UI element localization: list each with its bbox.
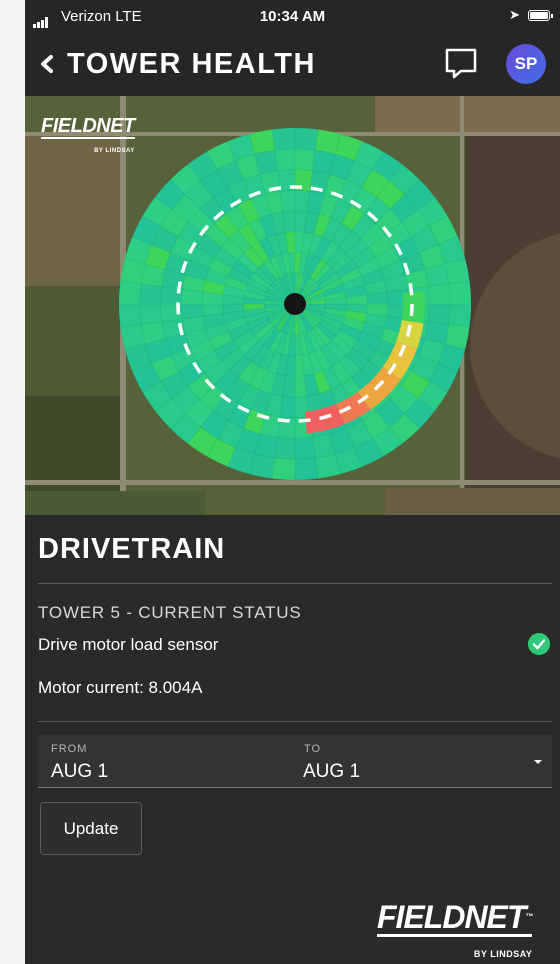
heatmap-cell (274, 148, 296, 172)
app-header: TOWER HEALTH SP (25, 34, 560, 96)
update-button[interactable]: Update (40, 802, 142, 855)
location-arrow-icon: ➤ (509, 7, 520, 22)
heatmap-cell (294, 375, 308, 398)
heatmap-cell (139, 283, 163, 305)
from-value: AUG 1 (51, 761, 109, 782)
to-date-select[interactable]: TO AUG 1 (290, 735, 552, 788)
battery-icon (528, 10, 553, 21)
heatmap-cell (279, 189, 296, 213)
heatmap-cell (180, 303, 204, 320)
pivot-hub (284, 293, 306, 315)
heatmap-cell (294, 148, 316, 172)
to-label: TO (304, 743, 322, 755)
tower-status-heading: TOWER 5 - CURRENT STATUS (38, 603, 302, 622)
avatar[interactable]: SP (506, 44, 546, 84)
heatmap-cell (427, 283, 451, 305)
sensor-label: Drive motor load sensor (38, 635, 219, 654)
tower-heatmap[interactable] (118, 127, 472, 481)
section-title: DRIVETRAIN (38, 533, 226, 565)
caret-down-icon (534, 760, 542, 764)
heatmap-cell (139, 303, 163, 325)
heatmap-cell (294, 127, 319, 151)
heatmap-cell (366, 291, 389, 305)
divider (38, 721, 552, 722)
heatmap-cell (271, 457, 296, 481)
heatmap-cell (448, 280, 472, 305)
page-title: TOWER HEALTH (67, 48, 316, 80)
fieldnet-footer-logo: FIELDNET™ BY LINDSAY (377, 899, 533, 959)
heatmap-cell (448, 303, 472, 328)
heatmap-cell (201, 303, 224, 317)
status-bar: Verizon LTE 10:34 AM ➤ (25, 0, 560, 34)
chat-bubble-icon[interactable] (443, 45, 479, 81)
to-value: AUG 1 (303, 761, 361, 782)
heatmap-cell (118, 280, 142, 305)
phone-screen: Verizon LTE 10:34 AM ➤ TOWER HEALTH SP F… (25, 0, 560, 964)
heatmap-cell (427, 303, 451, 325)
heatmap-cell (271, 127, 296, 151)
chevron-left-icon[interactable] (37, 49, 59, 79)
heatmap-cell (294, 436, 316, 460)
fieldnet-logo: FIELDNET BY LINDSAY (41, 115, 135, 154)
from-date-select[interactable]: FROM AUG 1 (38, 735, 318, 788)
heatmap-cell (274, 436, 296, 460)
heatmap-cell (294, 457, 319, 481)
heatmap-cell (282, 210, 296, 233)
heatmap-cell (118, 303, 142, 328)
field-map: FIELDNET BY LINDSAY (25, 96, 560, 515)
clock: 10:34 AM (259, 8, 326, 25)
from-label: FROM (51, 743, 88, 755)
motor-current-value: Motor current: 8.004A (38, 678, 203, 697)
divider (38, 583, 552, 584)
check-circle-icon (528, 633, 550, 655)
